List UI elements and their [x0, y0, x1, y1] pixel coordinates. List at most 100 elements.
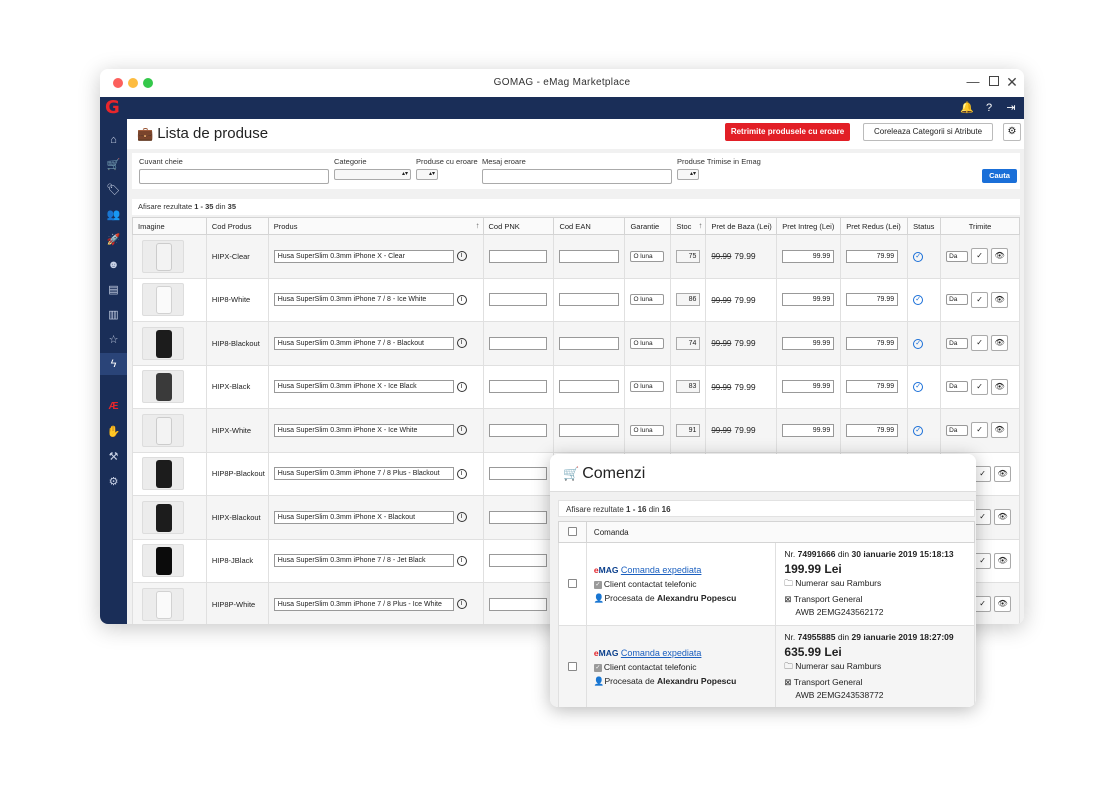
eye-icon[interactable]: 👁	[991, 422, 1009, 439]
maximize-icon[interactable]	[987, 75, 1001, 89]
sent-products-select[interactable]: ▴▾	[677, 169, 699, 180]
ean-input[interactable]	[559, 336, 620, 350]
reduced-price-input[interactable]: 79.99	[846, 249, 899, 263]
logout-icon[interactable]: ⇥	[1004, 100, 1018, 116]
eye-icon[interactable]: 👁	[991, 378, 1009, 395]
correlate-button[interactable]: Coreleaza Categorii si Atribute	[863, 123, 993, 141]
product-name-input[interactable]: Husa SuperSlim 0.3mm iPhone 7 / 8 Plus -…	[273, 597, 454, 611]
confirm-icon[interactable]: ✓	[974, 596, 992, 613]
eye-icon[interactable]: 👁	[994, 596, 1012, 613]
robot-icon[interactable]: ☻	[100, 254, 127, 276]
order-status-link[interactable]: Comanda expediata	[621, 565, 702, 575]
send-select[interactable]: Da	[946, 294, 969, 306]
product-thumbnail[interactable]	[142, 413, 184, 447]
sort-arrow-icon[interactable]: ↑	[476, 221, 480, 230]
pnk-input[interactable]	[488, 423, 547, 437]
info-icon[interactable]: i	[456, 294, 467, 305]
product-thumbnail[interactable]	[142, 239, 184, 273]
confirm-icon[interactable]: ✓	[971, 378, 989, 395]
help-icon[interactable]: ?	[982, 100, 996, 116]
stock-input[interactable]: 83	[676, 380, 701, 394]
warranty-select[interactable]: O luna	[630, 337, 665, 349]
confirm-icon[interactable]: ✓	[971, 422, 989, 439]
product-thumbnail[interactable]	[142, 457, 184, 491]
confirm-icon[interactable]: ✓	[974, 465, 992, 482]
product-name-input[interactable]: Husa SuperSlim 0.3mm iPhone 7 / 8 - Ice …	[273, 293, 454, 307]
info-icon[interactable]: i	[456, 251, 467, 262]
full-price-input[interactable]: 99.99	[782, 380, 835, 394]
full-price-input[interactable]: 99.99	[782, 336, 835, 350]
pnk-input[interactable]	[488, 249, 547, 263]
info-icon[interactable]: i	[456, 599, 467, 610]
full-price-input[interactable]: 99.99	[782, 293, 835, 307]
product-name-input[interactable]: Husa SuperSlim 0.3mm iPhone X - Ice Whit…	[273, 423, 454, 437]
confirm-icon[interactable]: ✓	[971, 291, 989, 308]
users-icon[interactable]: 👥	[100, 204, 127, 226]
product-thumbnail[interactable]	[142, 544, 184, 578]
warranty-select[interactable]: O luna	[630, 381, 665, 393]
warranty-select[interactable]: O luna	[630, 294, 665, 306]
reduced-price-input[interactable]: 79.99	[846, 380, 899, 394]
cart-icon[interactable]: 🛒	[100, 154, 127, 176]
confirm-icon[interactable]: ✓	[971, 248, 989, 265]
tools-icon[interactable]: ⚒	[100, 446, 127, 468]
resend-errors-button[interactable]: Retrimite produsele cu eroare	[725, 123, 850, 141]
keyword-input[interactable]	[139, 169, 329, 184]
warranty-select[interactable]: O luna	[630, 424, 665, 436]
info-icon[interactable]: i	[456, 468, 467, 479]
pnk-input[interactable]	[488, 510, 547, 524]
product-thumbnail[interactable]	[142, 283, 184, 317]
select-all-checkbox[interactable]	[567, 526, 577, 536]
info-icon[interactable]: i	[456, 512, 467, 523]
pnk-input[interactable]	[488, 467, 547, 481]
reduced-price-input[interactable]: 79.99	[846, 293, 899, 307]
eye-icon[interactable]: 👁	[994, 552, 1012, 569]
emag-app-icon[interactable]: Æ	[100, 396, 127, 418]
info-icon[interactable]: i	[456, 425, 467, 436]
star-icon[interactable]: ☆	[100, 329, 127, 351]
gomag-logo-icon[interactable]: G	[105, 99, 121, 117]
ean-input[interactable]	[559, 423, 620, 437]
product-thumbnail[interactable]	[142, 587, 184, 621]
full-price-input[interactable]: 99.99	[782, 423, 835, 437]
pnk-input[interactable]	[488, 336, 547, 350]
info-icon[interactable]: i	[456, 381, 467, 392]
product-thumbnail[interactable]	[142, 326, 184, 360]
pnk-input[interactable]	[488, 293, 547, 307]
full-price-input[interactable]: 99.99	[782, 249, 835, 263]
tag-icon[interactable]: 🏷	[100, 179, 127, 201]
eye-icon[interactable]: 👁	[991, 248, 1009, 265]
order-checkbox[interactable]	[567, 578, 577, 588]
stock-input[interactable]: 75	[676, 249, 701, 263]
error-products-select[interactable]: ▴▾	[416, 169, 438, 180]
ean-input[interactable]	[559, 249, 620, 263]
sort-arrow-icon[interactable]: ↑	[698, 221, 702, 230]
pnk-input[interactable]	[488, 380, 547, 394]
product-name-input[interactable]: Husa SuperSlim 0.3mm iPhone X - Ice Blac…	[273, 380, 454, 394]
product-name-input[interactable]: Husa SuperSlim 0.3mm iPhone X - Clear	[273, 249, 454, 263]
info-icon[interactable]: i	[456, 338, 467, 349]
search-button[interactable]: Cauta	[982, 169, 1017, 183]
chart-icon[interactable]: ▥	[100, 304, 127, 326]
send-select[interactable]: Da	[946, 250, 969, 262]
hand-icon[interactable]: ✋	[100, 421, 127, 443]
product-thumbnail[interactable]	[142, 500, 184, 534]
eye-icon[interactable]: 👁	[991, 335, 1009, 352]
send-select[interactable]: Da	[946, 424, 969, 436]
warranty-select[interactable]: O luna	[630, 250, 665, 262]
col-product[interactable]: Produs ↑	[267, 217, 484, 235]
order-checkbox[interactable]	[567, 661, 577, 671]
confirm-icon[interactable]: ✓	[974, 509, 992, 526]
ean-input[interactable]	[559, 293, 620, 307]
category-select[interactable]: ▴▾	[334, 169, 411, 180]
col-stock[interactable]: Stoc ↑	[670, 217, 707, 235]
send-select[interactable]: Da	[946, 381, 969, 393]
bell-icon[interactable]: 🔔	[960, 100, 974, 116]
settings-gear-icon[interactable]: ⚙	[1003, 123, 1021, 141]
product-name-input[interactable]: Husa SuperSlim 0.3mm iPhone 7 / 8 - Blac…	[273, 336, 454, 350]
home-icon[interactable]: ⌂	[100, 129, 127, 151]
rocket-icon[interactable]: 🚀	[100, 229, 127, 251]
reduced-price-input[interactable]: 79.99	[846, 336, 899, 350]
eye-icon[interactable]: 👁	[994, 509, 1012, 526]
minimize-icon[interactable]: —	[966, 75, 980, 89]
